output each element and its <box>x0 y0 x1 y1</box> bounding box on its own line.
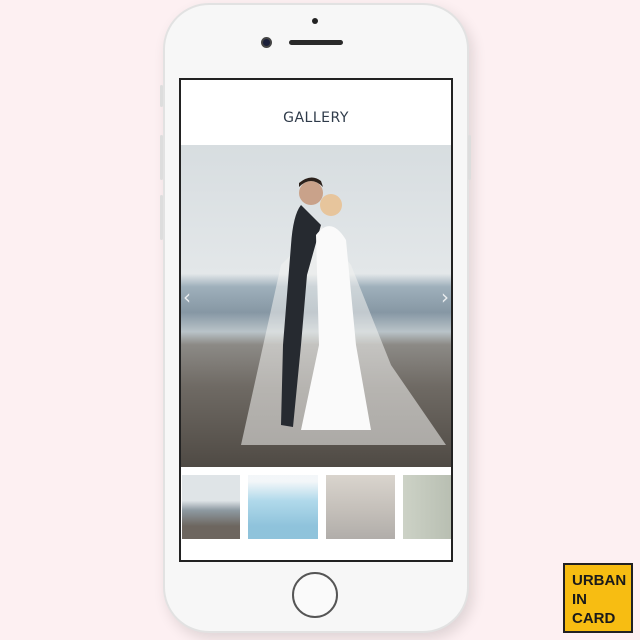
gallery-title: GALLERY <box>283 110 349 126</box>
logo-line2: IN <box>572 591 587 608</box>
home-button[interactable] <box>292 572 338 618</box>
logo-line1: URBAN <box>572 572 627 589</box>
front-camera <box>261 37 272 48</box>
earpiece-speaker <box>289 40 343 45</box>
proximity-sensor <box>312 18 318 24</box>
phone-screen: GALLERY ‹ › <box>179 78 453 562</box>
gallery-main-photo[interactable]: ‹ › <box>181 145 451 467</box>
mute-switch <box>160 85 163 107</box>
thumbnail-2[interactable] <box>248 475 318 539</box>
thumbnail-1[interactable] <box>182 475 240 539</box>
thumbnail-4[interactable] <box>403 475 451 539</box>
thumbnail-strip <box>181 475 451 539</box>
power-button <box>468 135 471 180</box>
volume-down-button <box>160 195 163 240</box>
couple-illustration <box>241 177 446 445</box>
chevron-left-icon[interactable]: ‹ <box>183 285 191 309</box>
thumbnail-3[interactable] <box>326 475 395 539</box>
urbanincard-logo: URBAN IN CARD <box>563 563 633 633</box>
chevron-right-icon[interactable]: › <box>441 285 449 309</box>
volume-up-button <box>160 135 163 180</box>
logo-line3: CARD <box>572 610 616 627</box>
